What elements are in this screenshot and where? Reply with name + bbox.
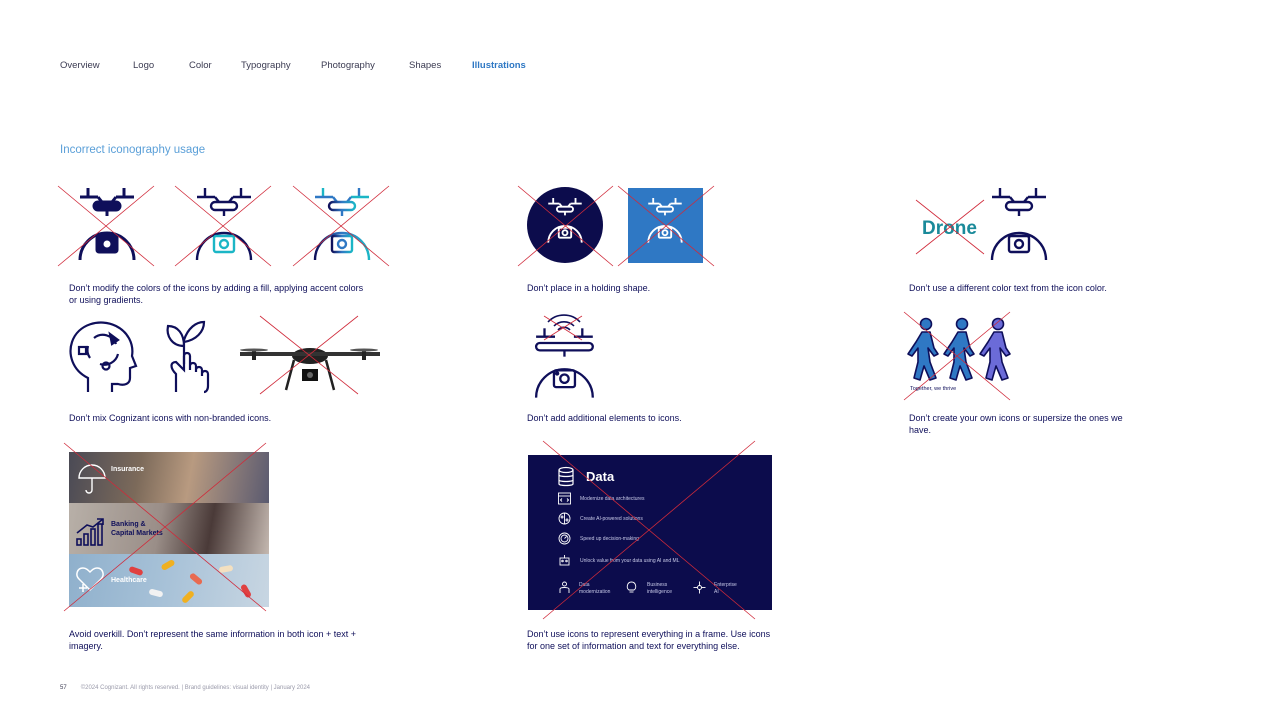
frame-line-2: Create AI-powered solutions <box>580 516 643 522</box>
section-title: Incorrect iconography usage <box>60 144 206 156</box>
drone-text-example: Drone <box>915 198 986 256</box>
lightbulb-icon <box>626 581 637 593</box>
caption-fill: Don’t modify the colors of the icons by … <box>69 283 364 305</box>
caption-shape: Don’t place in a holding shape. <box>527 283 651 293</box>
overkill-image-stack: Insurance Banking & Capital Markets Heal… <box>69 452 269 607</box>
speed-clock-icon <box>558 532 571 545</box>
head-cycle-icon <box>66 318 138 394</box>
healthcare-label: Healthcare <box>111 577 147 584</box>
drone-filled-example <box>57 185 156 267</box>
page-number: 57 <box>60 685 67 691</box>
drone-icon <box>534 328 594 398</box>
hand-plant-icon <box>162 316 218 394</box>
frame-bottom-2: Business intelligence <box>647 582 673 595</box>
together-label: Together, we thrive <box>910 386 957 392</box>
nav-overview[interactable]: Overview <box>60 60 100 71</box>
umbrella-icon <box>78 464 106 494</box>
drone-icon <box>990 188 1048 261</box>
drone-accent-example <box>174 185 273 267</box>
frame-bottom-1: Data modernization <box>579 582 611 595</box>
nav-photography[interactable]: Photography <box>321 60 375 71</box>
frame-line-1: Modernize data architectures <box>580 496 645 502</box>
capital-markets-label: Capital Markets <box>111 530 163 537</box>
drone-holding-shape-example <box>517 185 718 267</box>
nav-illustrations[interactable]: Illustrations <box>472 60 526 71</box>
caption-create: Don’t create your own icons or supersize… <box>909 413 1123 435</box>
drone-icon <box>78 188 136 261</box>
drone-icon <box>195 188 253 261</box>
frame-line-3: Speed up decision-making <box>580 536 639 542</box>
caption-elements: Don’t add additional elements to icons. <box>527 413 682 423</box>
frame-line-4: Unlock value from your data using AI and… <box>580 558 680 564</box>
data-frame: Data Modernize data architectures Create… <box>528 455 772 610</box>
footer: 57 ©2024 Cognizant. All rights reserved. … <box>60 685 310 691</box>
frame-title: Data <box>586 469 615 484</box>
caption-textcolor: Don’t use a different color text from th… <box>909 283 1107 293</box>
drone-icon <box>313 188 371 261</box>
nav-typography[interactable]: Typography <box>241 60 291 71</box>
photo-drone-icon <box>238 314 383 396</box>
caption-mix: Don’t mix Cognizant icons with non-brand… <box>69 413 272 423</box>
heart-plus-icon <box>76 567 104 592</box>
drone-plain-icon <box>988 186 1063 262</box>
code-window-icon <box>558 492 571 505</box>
enterprise-network-icon <box>693 581 706 594</box>
caption-overkill: Avoid overkill. Don’t represent the same… <box>69 629 356 651</box>
ai-brain-icon <box>558 512 571 525</box>
drone-extra-elements-example <box>526 314 602 398</box>
database-icon <box>558 466 574 487</box>
healthcare-photo: Healthcare <box>69 554 269 607</box>
nav-color[interactable]: Color <box>189 60 212 71</box>
caption-frame: Don’t use icons to represent everything … <box>527 629 771 651</box>
nav-logo[interactable]: Logo <box>133 60 154 71</box>
nav-shapes[interactable]: Shapes <box>409 60 441 71</box>
insurance-label: Insurance <box>111 466 145 473</box>
footer-text: ©2024 Cognizant. All rights reserved. | … <box>80 685 311 691</box>
frame-bottom-3: Enterprise AI <box>714 582 737 595</box>
drone-gradient-example <box>292 185 391 267</box>
walking-people-example: Together, we thrive <box>903 311 1014 402</box>
insurance-photo: Insurance <box>69 452 269 503</box>
growth-chart-icon <box>76 518 104 546</box>
banking-label: Banking & <box>111 521 146 528</box>
banking-photo: Banking & Capital Markets <box>69 503 269 554</box>
data-person-icon <box>559 581 570 593</box>
robot-icon <box>559 555 570 566</box>
